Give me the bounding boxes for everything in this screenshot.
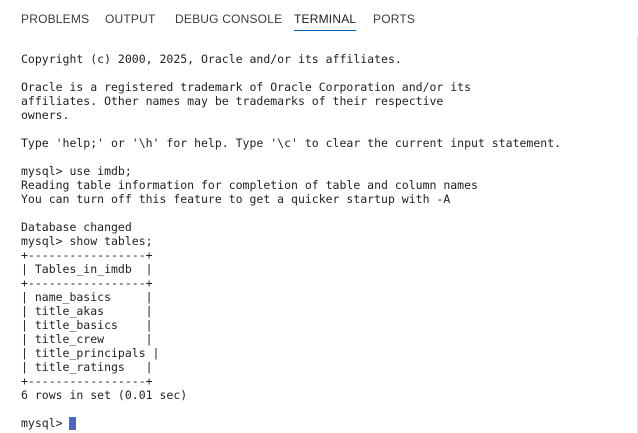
tab-output[interactable]: OUTPUT <box>105 11 156 29</box>
table-row: | title_principals | <box>21 346 160 360</box>
table-border-line: +-----------------+ <box>21 248 153 262</box>
panel-tab-bar: PROBLEMS OUTPUT DEBUG CONSOLE TERMINAL P… <box>0 0 638 36</box>
terminal-line: Reading table information for completion… <box>21 178 478 192</box>
tab-ports[interactable]: PORTS <box>373 11 415 29</box>
terminal-line: mysql> use imdb; <box>21 164 132 178</box>
table-row: | title_crew | <box>21 332 153 346</box>
terminal-prompt-row[interactable]: mysql> <box>21 416 77 430</box>
terminal-line: Copyright (c) 2000, 2025, Oracle and/or … <box>21 52 402 66</box>
table-border-line: +-----------------+ <box>21 276 153 290</box>
table-row: | title_basics | <box>21 318 153 332</box>
terminal-line: owners. <box>21 108 70 122</box>
terminal-line: affiliates. Other names may be trademark… <box>21 94 444 108</box>
tab-problems[interactable]: PROBLEMS <box>21 11 89 29</box>
tab-terminal[interactable]: TERMINAL <box>294 11 357 31</box>
terminal-line: You can turn off this feature to get a q… <box>21 192 451 206</box>
table-header-row: | Tables_in_imdb | <box>21 262 153 276</box>
table-row: | title_akas | <box>21 304 153 318</box>
table-border-line: +-----------------+ <box>21 374 153 388</box>
text-cursor <box>69 416 77 430</box>
terminal-line: Type 'help;' or '\h' for help. Type '\c'… <box>21 136 562 150</box>
table-row: | name_basics | <box>21 290 153 304</box>
terminal-line: Database changed <box>21 220 132 234</box>
table-row: | title_ratings | <box>21 360 153 374</box>
tab-debug-console[interactable]: DEBUG CONSOLE <box>175 11 282 29</box>
terminal-line: mysql> show tables; <box>21 234 153 248</box>
terminal-line: Oracle is a registered trademark of Orac… <box>21 80 472 94</box>
terminal-prompt: mysql> <box>21 416 70 430</box>
terminal-output[interactable]: Copyright (c) 2000, 2025, Oracle and/or … <box>21 52 633 430</box>
terminal-line: 6 rows in set (0.01 sec) <box>21 388 188 402</box>
